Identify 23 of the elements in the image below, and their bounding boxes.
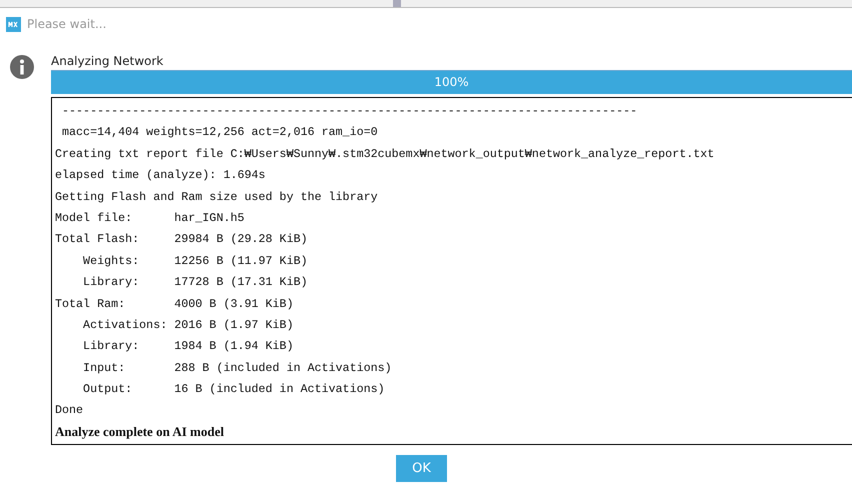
log-line: Output: 16 B (included in Activations)	[82, 381, 386, 398]
log-line: Creating txt report file C:₩Users₩Sunny₩.stm32cubemx₩network_output₩network_analyze_report.txt	[55, 146, 716, 163]
window-title: Please wait...	[27, 17, 106, 31]
status-message: Analyzing Network	[51, 53, 164, 70]
log-line: Total Ram: 4000 B (3.91 KiB)	[55, 296, 294, 313]
log-line: Library: 1984 B (1.94 KiB)	[82, 338, 294, 356]
ok-button[interactable]: OK	[396, 455, 447, 482]
log-line: ----------------------------------------------------------------------------------	[61, 103, 638, 120]
log-line: Weights: 12256 B (11.97 KiB)	[82, 252, 308, 270]
progress-reading: 100%	[434, 75, 469, 89]
log-line: Total Flash: 29984 B (29.28 KiB)	[55, 231, 308, 248]
log-line: Done	[55, 402, 84, 420]
log-line: Input: 288 B (included in Activations)	[82, 360, 393, 377]
log-line: elapsed time (analyze): 1.694s	[55, 167, 266, 184]
log-line: Analyze complete on AI model	[55, 422, 225, 441]
info-icon	[10, 55, 34, 79]
log-line: Library: 17728 B (17.31 KiB)	[82, 274, 308, 292]
scrollbar-thumb	[393, 0, 401, 7]
log-line: Model file: har_IGN.h5	[55, 210, 246, 227]
app-logo-icon	[6, 16, 21, 32]
log-line: macc=14,404 weights=12,256 act=2,016 ram_io=0	[61, 124, 379, 142]
log-line: Activations: 2016 B (1.97 KiB)	[82, 316, 294, 334]
log-line: Getting Flash and Ram size used by the library	[55, 188, 379, 206]
